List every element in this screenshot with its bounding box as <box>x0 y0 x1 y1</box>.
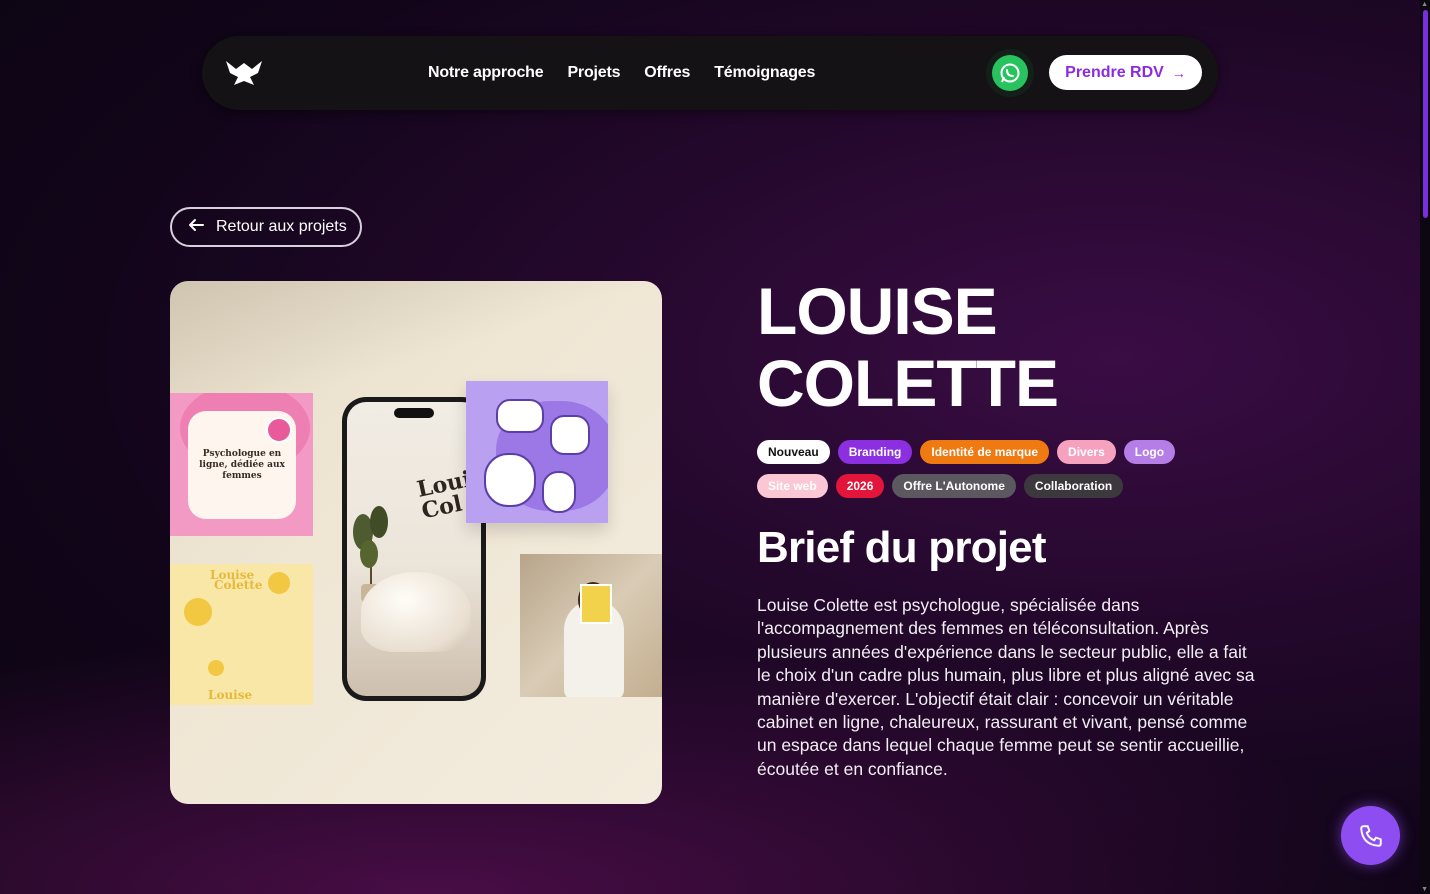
project-title-line: LOUISE <box>757 274 998 348</box>
tag-badge: Nouveau <box>757 440 830 464</box>
phone-notch <box>394 408 434 418</box>
sticker-icon <box>496 399 544 433</box>
project-cover-image: Psychologue en ligne, dédiée aux femmes … <box>170 281 662 804</box>
brand-logo-icon[interactable] <box>224 55 264 91</box>
brief-heading: Brief du projet <box>757 523 1046 572</box>
purple-sticker-card <box>466 381 608 523</box>
project-tags: Nouveau Branding Identité de marque Divers L… <box>757 440 1227 508</box>
nav-links: Notre approche Projets Offres Témoignage… <box>428 36 815 110</box>
prendre-rdv-label: Prendre RDV <box>1065 63 1164 81</box>
brief-text: Louise Colette est psychologue, spéciali… <box>757 595 1255 779</box>
sticker-icon <box>484 453 536 507</box>
phone-screen: Louis Col <box>347 402 481 696</box>
tag-badge: Logo <box>1123 440 1176 464</box>
pink-badge-icon <box>266 417 292 443</box>
tag-badge: Site web <box>757 474 828 498</box>
top-navbar: Notre approche Projets Offres Témoignage… <box>202 36 1218 110</box>
tag-badge: Identité de marque <box>920 440 1050 464</box>
pink-mockup-card: Psychologue en ligne, dédiée aux femmes <box>170 393 313 536</box>
phone-icon <box>1359 824 1382 847</box>
nav-link-notre-approche[interactable]: Notre approche <box>428 64 544 82</box>
tag-badge: Branding <box>837 440 913 464</box>
tag-row: Nouveau Branding Identité de marque Divers L… <box>757 440 1227 464</box>
flower-icon <box>268 572 290 594</box>
yellow-pattern-text: Louise <box>208 688 253 702</box>
held-card-image <box>580 584 612 624</box>
nav-link-temoignages[interactable]: Témoignages <box>714 64 815 82</box>
page-scrollbar[interactable]: ▲ ▼ <box>1420 0 1430 894</box>
whatsapp-icon[interactable] <box>992 55 1028 91</box>
phone-mockup: Louis Col <box>342 397 486 701</box>
scroll-down-icon[interactable]: ▼ <box>1421 886 1428 893</box>
sticker-icon <box>550 415 590 455</box>
prendre-rdv-button[interactable]: Prendre RDV → <box>1049 55 1202 90</box>
tag-badge: Offre L'Autonome <box>892 474 1016 498</box>
tag-badge: Divers <box>1057 440 1116 464</box>
arrow-left-icon <box>188 218 204 237</box>
scrollbar-thumb[interactable] <box>1423 10 1428 218</box>
flower-icon <box>208 660 224 676</box>
project-title-line: COLETTE <box>757 346 1059 420</box>
tag-badge: Collaboration <box>1023 474 1124 498</box>
armchair-image <box>361 572 471 652</box>
tag-row: Site web 2026 Offre L'Autonome Collaboratio… <box>757 474 1227 498</box>
yellow-pattern-card: Louise Colette Louise <box>170 564 313 705</box>
scroll-up-icon[interactable]: ▲ <box>1421 1 1428 8</box>
nav-link-projets[interactable]: Projets <box>567 64 620 82</box>
flower-icon <box>184 598 212 626</box>
woman-photo <box>520 554 662 697</box>
nav-link-offres[interactable]: Offres <box>644 64 690 82</box>
tag-badge: 2026 <box>835 474 885 498</box>
yellow-pattern-text: Colette <box>214 578 263 592</box>
back-label: Retour aux projets <box>216 218 347 235</box>
project-title: LOUISE COLETTE <box>757 274 1059 420</box>
back-to-projects-button[interactable]: Retour aux projets <box>170 207 362 247</box>
arrow-right-icon: → <box>1171 64 1186 81</box>
sticker-icon <box>542 471 576 513</box>
phone-call-button[interactable] <box>1341 806 1400 865</box>
